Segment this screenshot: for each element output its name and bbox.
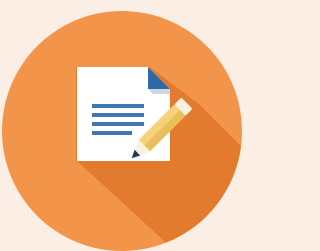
text-line (92, 104, 144, 108)
text-line (92, 122, 144, 126)
text-line (92, 113, 144, 117)
document-edit-icon (2, 11, 242, 251)
icon-stage (0, 0, 244, 251)
text-line (92, 131, 132, 135)
